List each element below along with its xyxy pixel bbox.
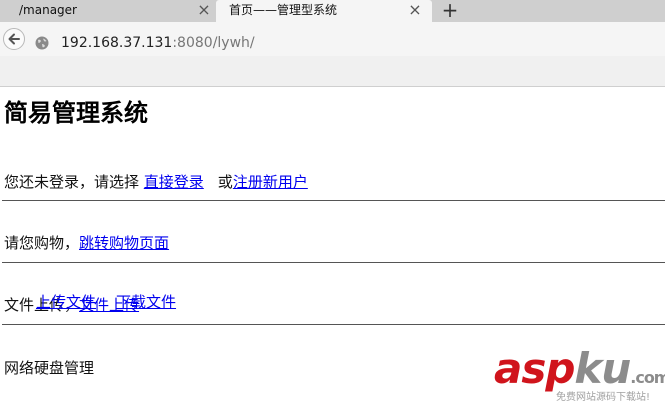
upload-file-link[interactable]: 上传文件 xyxy=(36,293,96,311)
or-text: 或 xyxy=(217,173,233,191)
divider xyxy=(2,262,665,263)
download-file-link[interactable]: 下载文件 xyxy=(116,293,176,311)
divider xyxy=(2,200,665,201)
login-prompt: 您还未登录，请选择 xyxy=(4,173,144,191)
tab-title: /manager xyxy=(19,3,77,17)
tab-strip: /manager × 首页——管理型系统 × + xyxy=(0,0,665,22)
login-link[interactable]: 直接登录 xyxy=(144,173,204,191)
new-tab-button[interactable]: + xyxy=(440,0,460,22)
address-bar[interactable]: 192.168.37.131:8080/lywh/ xyxy=(61,35,255,51)
disk-heading: 网络硬盘管理 xyxy=(4,359,95,377)
url-host: 192.168.37.131 xyxy=(61,35,173,51)
login-line: 您还未登录，请选择 直接登录 或注册新用户 xyxy=(4,173,308,191)
tab-manager[interactable]: /manager × xyxy=(0,0,216,22)
arrow-left-icon xyxy=(8,33,20,45)
divider xyxy=(2,324,665,325)
register-link[interactable]: 注册新用户 xyxy=(233,173,308,191)
brand-suffix: .com xyxy=(630,368,665,387)
tab-title: 首页——管理型系统 xyxy=(229,3,338,17)
watermark-logo: aspku.com 免费网站源码下载站! xyxy=(494,348,665,404)
disk-links: 上传文件 下载文件 xyxy=(36,293,196,311)
page-title: 简易管理系统 xyxy=(4,99,148,127)
shop-prompt: 请您购物， xyxy=(4,234,80,252)
shop-line: 请您购物，跳转购物页面 xyxy=(4,234,169,252)
close-icon[interactable]: × xyxy=(195,0,213,22)
brand-red-text: asp xyxy=(494,344,575,393)
bookmarks-bar xyxy=(0,56,665,87)
shop-link[interactable]: 跳转购物页面 xyxy=(79,234,169,252)
url-path: :8080/lywh/ xyxy=(172,35,255,51)
tab-home-active[interactable]: 首页——管理型系统 × xyxy=(216,0,432,22)
globe-icon xyxy=(35,36,49,50)
close-icon[interactable]: × xyxy=(406,0,424,22)
watermark-subtitle: 免费网站源码下载站! xyxy=(556,392,651,403)
navigation-bar: 192.168.37.131:8080/lywh/ xyxy=(0,22,665,56)
back-button[interactable] xyxy=(3,28,25,50)
brand-gray-text: ku xyxy=(574,344,631,393)
